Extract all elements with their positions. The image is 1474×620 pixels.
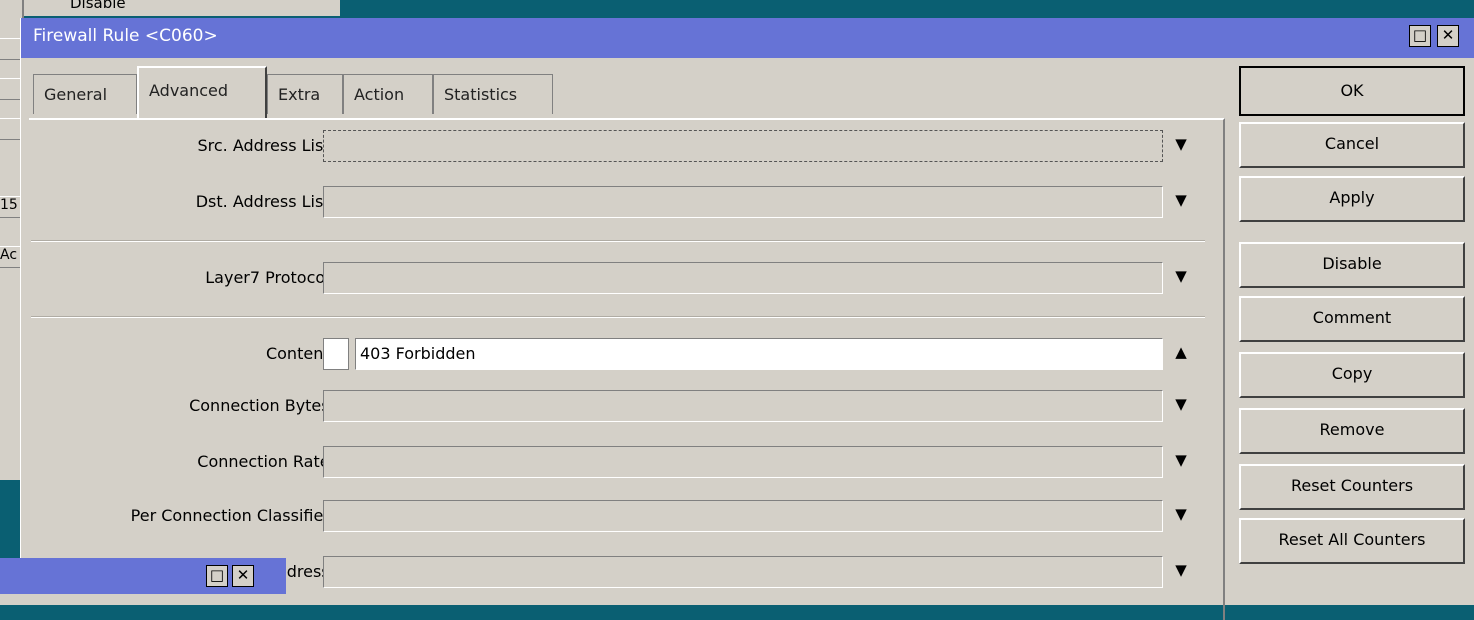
content-input[interactable]: 403 Forbidden (355, 338, 1163, 370)
background-row: 15 (0, 196, 22, 218)
dropdown-arrow-icon[interactable]: ▼ (1171, 451, 1191, 469)
cancel-button[interactable]: Cancel (1239, 122, 1465, 168)
field-label: Layer7 Protocol: (205, 268, 335, 287)
tab-extra[interactable]: Extra (267, 74, 343, 114)
secondary-window-titlebar[interactable]: □ ✕ (0, 558, 286, 594)
background-row (0, 38, 22, 60)
dialog-titlebar[interactable]: Firewall Rule <C060> □ ✕ (21, 18, 1474, 58)
dropdown-arrow-icon[interactable]: ▼ (1171, 561, 1191, 579)
field-label: Src. Address List: (197, 136, 335, 155)
field-row-content: Content: 403 Forbidden ▲ (29, 334, 1223, 378)
reset-all-counters-button[interactable]: Reset All Counters (1239, 518, 1465, 564)
comment-button[interactable]: Comment (1239, 296, 1465, 342)
dialog-title: Firewall Rule <C060> (33, 26, 218, 46)
close-button[interactable]: ✕ (1437, 25, 1459, 47)
connection-bytes-input[interactable] (323, 390, 1163, 422)
field-row-per-connection-classifier: Per Connection Classifier: ▼ (29, 496, 1223, 540)
background-row: Ac (0, 246, 22, 268)
tab-action[interactable]: Action (343, 74, 433, 114)
dropdown-arrow-icon[interactable]: ▼ (1171, 505, 1191, 523)
dst-address-list-input[interactable] (323, 186, 1163, 218)
connection-rate-input[interactable] (323, 446, 1163, 478)
dropdown-arrow-icon[interactable]: ▼ (1171, 395, 1191, 413)
dropdown-arrow-icon[interactable]: ▼ (1171, 135, 1191, 153)
remove-button[interactable]: Remove (1239, 408, 1465, 454)
tab-statistics[interactable]: Statistics (433, 74, 553, 114)
field-row-layer7-protocol: Layer7 Protocol: ▼ (29, 258, 1223, 302)
field-row-src-address-list: Src. Address List: ▼ (29, 126, 1223, 170)
field-label: Dst. Address List: (195, 192, 335, 211)
tab-advanced[interactable]: Advanced (137, 66, 267, 118)
layer7-protocol-input[interactable] (323, 262, 1163, 294)
content-negate-checkbox[interactable] (323, 338, 349, 370)
maximize-button[interactable]: □ (206, 565, 228, 587)
advanced-tab-panel: Src. Address List: ▼ Dst. Address List: … (29, 118, 1225, 620)
field-row-connection-rate: Connection Rate: ▼ (29, 442, 1223, 486)
apply-button[interactable]: Apply (1239, 176, 1465, 222)
firewall-rule-dialog: Firewall Rule <C060> □ ✕ General Advance… (20, 18, 1474, 620)
disable-button[interactable]: Disable (1239, 242, 1465, 288)
field-label: Connection Bytes: (189, 396, 335, 415)
field-label: Connection Rate: (197, 452, 335, 471)
secondary-window: □ ✕ (0, 558, 286, 605)
background-row (0, 78, 22, 100)
section-divider (31, 316, 1205, 318)
background-menu-fragment: Disable (70, 0, 126, 12)
collapse-arrow-icon[interactable]: ▲ (1171, 343, 1191, 361)
per-connection-classifier-input[interactable] (323, 500, 1163, 532)
ok-button[interactable]: OK (1239, 66, 1465, 116)
field-row-connection-bytes: Connection Bytes: ▼ (29, 386, 1223, 430)
dropdown-arrow-icon[interactable]: ▼ (1171, 191, 1191, 209)
section-divider (31, 240, 1205, 242)
src-address-list-input[interactable] (323, 130, 1163, 162)
field-label: Per Connection Classifier: (130, 506, 335, 525)
background-window-strip: Disable (0, 0, 340, 16)
src-mac-address-input[interactable] (323, 556, 1163, 588)
tab-general[interactable]: General (33, 74, 137, 114)
dropdown-arrow-icon[interactable]: ▼ (1171, 267, 1191, 285)
close-button[interactable]: ✕ (232, 565, 254, 587)
reset-counters-button[interactable]: Reset Counters (1239, 464, 1465, 510)
field-row-dst-address-list: Dst. Address List: ▼ (29, 182, 1223, 226)
maximize-button[interactable]: □ (1409, 25, 1431, 47)
background-row (0, 118, 22, 140)
copy-button[interactable]: Copy (1239, 352, 1465, 398)
